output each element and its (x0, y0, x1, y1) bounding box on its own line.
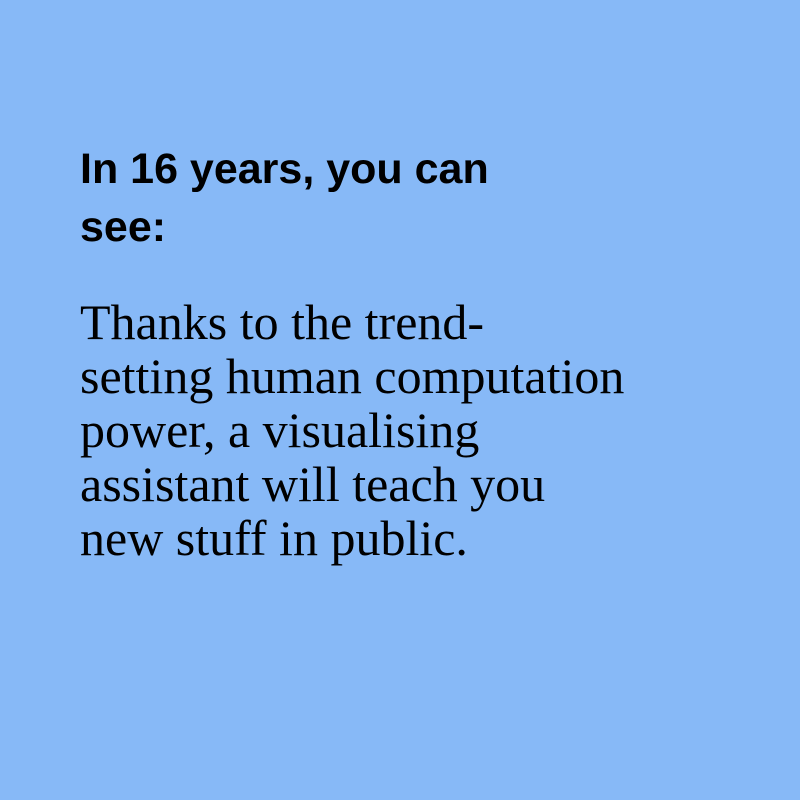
body-line: assistant will teach you (80, 456, 546, 512)
heading-line: In 16 years, you can (80, 145, 489, 193)
body-text: Thanks to the trend- setting human compu… (80, 295, 720, 565)
body-line: power, a visualising (80, 402, 480, 458)
heading-line: see: (80, 203, 167, 251)
body-line: Thanks to the trend- (80, 294, 485, 350)
quote-card: In 16 years, you can see: Thanks to the … (0, 0, 800, 800)
heading: In 16 years, you can see: (80, 140, 640, 256)
body-line: new stuff in public. (80, 510, 468, 566)
body-line: setting human computation (80, 348, 625, 404)
